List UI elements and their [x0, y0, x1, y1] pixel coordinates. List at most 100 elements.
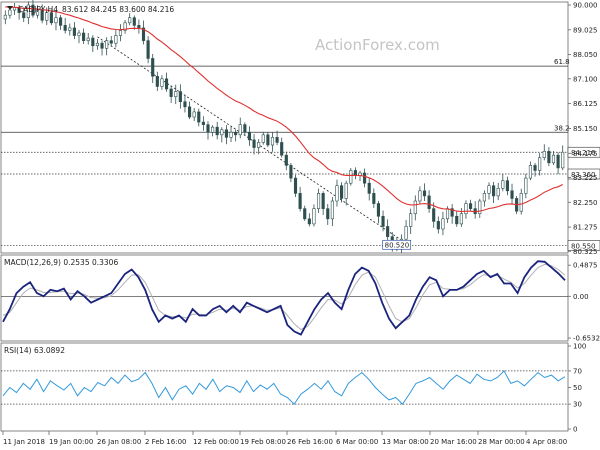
candle-body: [206, 124, 210, 133]
price-tick-label: 83.225: [573, 174, 598, 182]
candle-body: [160, 78, 164, 87]
rsi-tick-label: 30: [573, 401, 582, 409]
candle-body: [307, 218, 311, 225]
candle-body: [316, 193, 321, 209]
candle-body: [293, 177, 298, 194]
candle-body: [86, 37, 90, 41]
candle-body: [321, 193, 325, 209]
macd-tick-label: 0.00: [573, 293, 589, 301]
candle-body: [224, 129, 228, 138]
candle-body: [8, 9, 12, 16]
time-tick-label: 13 Mar 08:00: [382, 438, 429, 446]
candle-body: [459, 213, 463, 225]
candle-body: [201, 121, 205, 125]
low-label: 80.520: [385, 241, 410, 249]
rsi-tick-label: 70: [573, 367, 582, 375]
candle-body: [330, 200, 334, 220]
candle-body: [445, 208, 450, 220]
candle-body: [118, 30, 123, 36]
rsi-tick-label: 100: [573, 343, 586, 351]
candle-body: [137, 25, 141, 29]
candle-body: [312, 208, 316, 225]
candle-body: [252, 139, 256, 148]
candle-body: [192, 111, 196, 118]
time-tick-label: 6 Mar 00:00: [336, 438, 378, 446]
candle-body: [372, 193, 376, 204]
candle-body: [257, 142, 261, 148]
price-tick-label: 86.125: [573, 100, 598, 108]
candle-body: [280, 142, 284, 156]
candle-body: [105, 40, 109, 49]
time-tick-label: 4 Apr 08:00: [526, 438, 567, 446]
candle-body: [238, 124, 242, 136]
candle-body: [561, 151, 565, 169]
price-tick-label: 82.250: [573, 199, 598, 207]
candle-body: [178, 91, 182, 103]
rsi-title: RSI(14) 63.0892: [4, 346, 65, 355]
candle-body: [441, 218, 445, 230]
macd-tick-label: 0.4875: [573, 262, 598, 270]
candle-body: [266, 134, 270, 146]
candle-body: [381, 215, 385, 227]
candle-body: [77, 32, 81, 36]
candle-body: [132, 17, 136, 26]
candle-body: [146, 40, 150, 59]
time-tick-label: 26 Feb 16:00: [287, 438, 333, 446]
candle-body: [128, 17, 132, 24]
candle-body: [91, 37, 95, 47]
candle-body: [376, 203, 381, 217]
candle-body: [422, 190, 427, 197]
candle-body: [284, 154, 288, 166]
candle-body: [432, 208, 436, 222]
candle-body: [187, 106, 192, 118]
candle-body: [455, 215, 459, 225]
candle-body: [363, 172, 367, 184]
time-tick-label: 19 Feb 08:00: [240, 438, 286, 446]
candle-body: [542, 151, 546, 159]
candle-body: [289, 165, 293, 179]
candle-body: [326, 208, 330, 220]
candle-body: [95, 42, 100, 47]
time-tick-label: 26 Jan 08:00: [97, 438, 141, 446]
candle-body: [72, 27, 76, 36]
price-tick-label: 89.025: [573, 26, 598, 34]
candle-body: [547, 151, 551, 164]
candle-body: [82, 32, 86, 41]
macd-title: MACD(12,26,9) 0.2535 0.3306: [4, 258, 118, 267]
candle-body: [353, 170, 357, 176]
candle-body: [215, 126, 219, 136]
candle-body: [510, 190, 514, 199]
candle-body: [409, 213, 413, 227]
candle-body: [344, 182, 348, 199]
candle-body: [492, 185, 496, 197]
candle-body: [427, 195, 431, 209]
candle-body: [275, 137, 279, 143]
price-tick-label: 87.100: [573, 75, 598, 83]
watermark: ActionForex.com: [315, 36, 440, 54]
price-tick-label: 81.275: [573, 224, 598, 232]
chart-ohlc: 83.612 84.245 83.600 84.216: [62, 5, 174, 14]
rsi-tick-label: 50: [573, 384, 582, 392]
candle-body: [501, 180, 505, 189]
candle-body: [404, 226, 408, 240]
candle-body: [114, 35, 118, 44]
macd-tick-label: -0.6532: [573, 335, 600, 343]
candle-body: [220, 129, 224, 136]
candle-body: [151, 58, 155, 77]
time-tick-label: 19 Jan 00:00: [49, 438, 93, 446]
price-tick-label: 88.050: [573, 51, 598, 59]
candle-body: [109, 40, 113, 44]
price-tick-label: 90.000: [573, 2, 598, 10]
candle-body: [68, 27, 72, 31]
candle-body: [436, 221, 440, 230]
candle-body: [496, 187, 500, 197]
candle-body: [533, 165, 537, 171]
candle-body: [169, 88, 173, 97]
candle-body: [100, 42, 104, 49]
candle-body: [63, 25, 67, 31]
time-tick-label: 28 Mar 00:00: [478, 438, 525, 446]
candle-body: [174, 91, 178, 97]
candle-body: [49, 12, 53, 24]
candle-body: [528, 165, 533, 179]
candle-body: [340, 185, 344, 199]
